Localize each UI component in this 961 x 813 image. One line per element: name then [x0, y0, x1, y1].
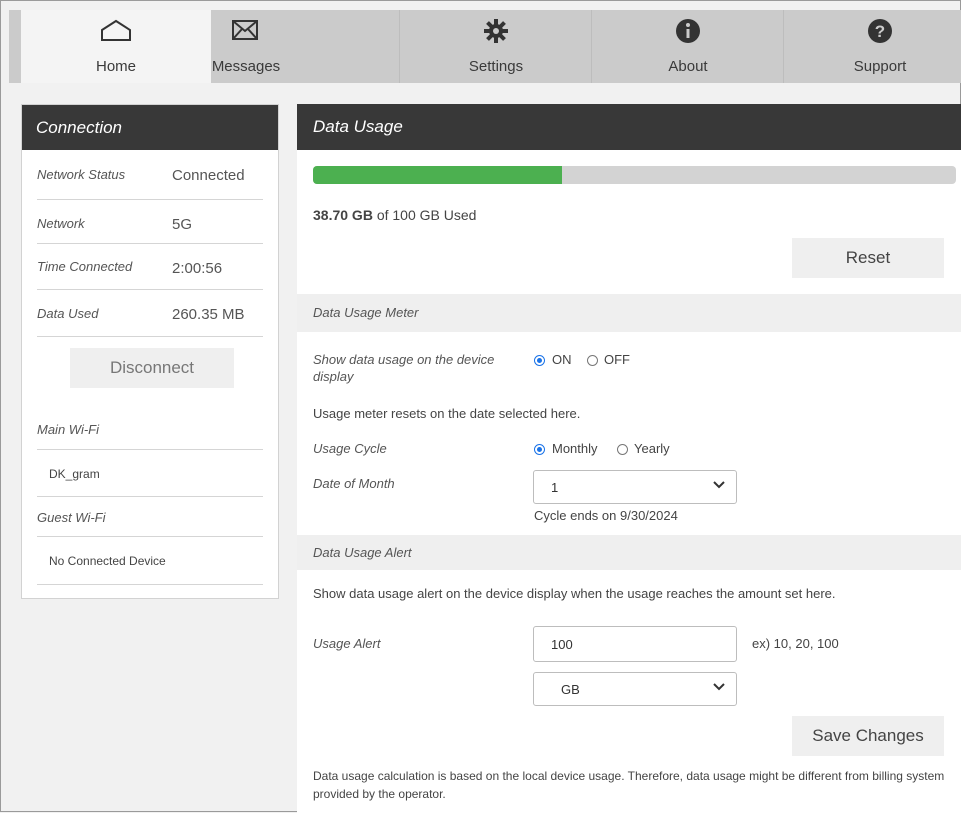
yearly-radio[interactable]: [617, 444, 628, 455]
yearly-label: Yearly: [634, 441, 670, 456]
monthly-radio[interactable]: [534, 444, 545, 455]
tab-label: About: [668, 58, 708, 75]
usage-alert-hint: ex) 10, 20, 100: [752, 636, 839, 651]
row-label: Network Status: [37, 167, 126, 182]
main-wifi-label: Main Wi-Fi: [37, 422, 99, 437]
device-name: No Connected Device: [49, 554, 166, 568]
envelope-icon: [91, 18, 401, 48]
disconnect-button[interactable]: Disconnect: [70, 348, 234, 388]
row-value: 260.35 MB: [172, 306, 245, 323]
info-icon: [593, 18, 783, 48]
row-label: Network: [37, 216, 85, 231]
connection-row: Data Used 260.35 MB: [37, 289, 263, 337]
data-usage-panel: Data Usage 38.70 GB of 100 GB Used Reset…: [297, 104, 961, 813]
connection-row: Time Connected 2:00:56: [37, 243, 263, 290]
usage-alert-label: Usage Alert: [313, 636, 381, 651]
tab-settings[interactable]: Settings: [401, 10, 591, 83]
used-of-total: of 100 GB Used: [372, 207, 477, 223]
tab-label: Settings: [468, 58, 524, 75]
main-wifi-header: Main Wi-Fi: [37, 405, 263, 450]
show-on-device-label: Show data usage on the device display: [313, 352, 495, 384]
meter-on-radio[interactable]: [534, 355, 545, 366]
tab-messages[interactable]: Messages: [211, 10, 401, 83]
row-label: Time Connected: [37, 259, 133, 274]
meter-off-label: OFF: [604, 352, 630, 367]
alert-note: Show data usage alert on the device disp…: [313, 586, 836, 601]
guest-wifi-header: Guest Wi-Fi: [37, 496, 263, 537]
device-name: DK_gram: [49, 467, 100, 481]
connection-row: Network 5G: [37, 199, 263, 244]
row-value: Connected: [172, 167, 245, 184]
tab-about[interactable]: About: [593, 10, 783, 83]
reset-note: Usage meter resets on the date selected …: [313, 406, 581, 421]
question-icon: ?: [785, 18, 961, 48]
alert-section-header: Data Usage Alert: [297, 535, 961, 570]
used-amount: 38.70 GB: [313, 207, 373, 223]
row-value: 5G: [172, 216, 193, 233]
select-value: GB: [561, 682, 580, 697]
date-of-month-label: Date of Month: [313, 476, 395, 491]
tab-label: Messages: [211, 58, 281, 75]
reset-button[interactable]: Reset: [792, 238, 944, 278]
usage-summary: 38.70 GB of 100 GB Used: [313, 207, 476, 223]
guest-wifi-device: No Connected Device: [37, 536, 263, 585]
unit-select[interactable]: GB: [533, 672, 737, 706]
main-wifi-device: DK_gram: [37, 449, 263, 497]
usage-cycle-label: Usage Cycle: [313, 441, 387, 456]
meter-off-radio[interactable]: [587, 355, 598, 366]
meter-on-label: ON: [552, 352, 572, 367]
row-value: 2:00:56: [172, 260, 223, 277]
save-changes-button[interactable]: Save Changes: [792, 716, 944, 756]
top-nav: Home Messages Settings About ? Support: [9, 10, 961, 83]
guest-wifi-label: Guest Wi-Fi: [37, 510, 106, 525]
svg-text:?: ?: [875, 22, 885, 41]
select-value: 1: [551, 480, 559, 495]
connection-panel: Connection Network Status Connected Netw…: [21, 104, 279, 599]
tab-support[interactable]: ? Support: [785, 10, 961, 83]
connection-header: Connection: [22, 105, 278, 150]
monthly-label: Monthly: [552, 441, 598, 456]
disclaimer-text: Data usage calculation is based on the l…: [313, 769, 945, 801]
connection-row: Network Status Connected: [37, 150, 263, 200]
meter-section-header: Data Usage Meter: [297, 294, 961, 332]
usage-progress-fill: [313, 166, 562, 184]
usage-progress-bar: [313, 166, 956, 184]
date-of-month-select[interactable]: 1: [533, 470, 737, 504]
row-label: Data Used: [37, 306, 99, 321]
chevron-down-icon: [712, 479, 726, 491]
tab-label: Support: [853, 58, 907, 75]
usage-alert-input[interactable]: 100: [533, 626, 737, 662]
cycle-ends-text: Cycle ends on 9/30/2024: [534, 508, 678, 523]
input-value: 100: [551, 637, 573, 652]
gear-icon: [401, 18, 591, 48]
data-usage-header: Data Usage: [297, 104, 961, 150]
chevron-down-icon: [712, 681, 726, 693]
